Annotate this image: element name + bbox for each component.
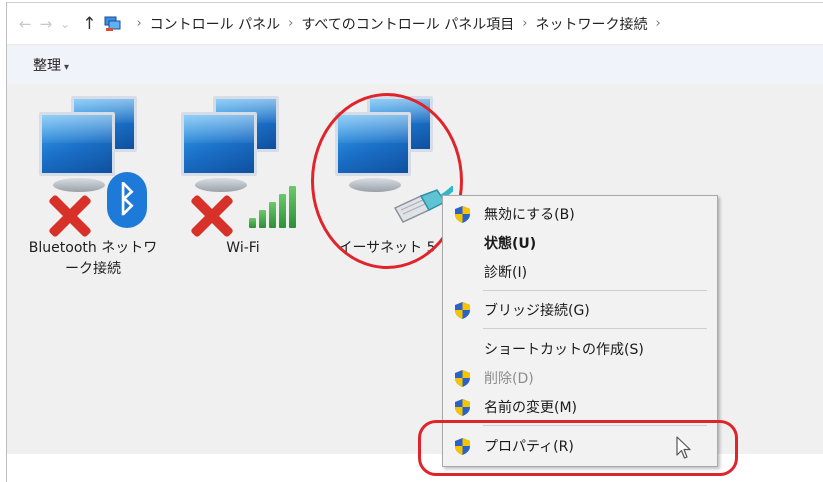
- breadcrumb-control-panel[interactable]: コントロール パネル: [150, 14, 280, 34]
- breadcrumb-all-control-panel-items[interactable]: すべてのコントロール パネル項目: [301, 14, 514, 34]
- menu-item-label: 名前の変更(M): [484, 400, 578, 416]
- uac-shield-icon: [455, 398, 470, 416]
- recent-locations-button[interactable]: ⌄: [60, 17, 70, 31]
- menu-item-disable[interactable]: 無効にする(B): [443, 200, 717, 228]
- disconnected-x-icon: [189, 194, 233, 238]
- network-item-label: Wi-Fi: [226, 240, 260, 256]
- uac-shield-icon: [455, 205, 470, 223]
- organize-label: 整理: [33, 58, 61, 74]
- bluetooth-icon: ᛒ: [107, 172, 147, 228]
- breadcrumb-separator[interactable]: ›: [655, 16, 660, 31]
- uac-shield-icon: [455, 369, 470, 387]
- menu-item-label: 状態(U): [484, 236, 537, 252]
- address-bar[interactable]: ← → ⌄ ↑ › コントロール パネル › すべてのコントロール パネル項目 …: [7, 3, 823, 44]
- mouse-cursor-icon: [676, 436, 691, 459]
- menu-separator: [483, 328, 707, 329]
- menu-item-bridge[interactable]: ブリッジ接続(G): [443, 296, 717, 324]
- signal-bars-icon: [249, 180, 309, 228]
- uac-shield-icon: [455, 301, 470, 319]
- disconnected-x-icon: [47, 194, 91, 238]
- breadcrumb-separator: ›: [522, 16, 528, 31]
- menu-item-label: 無効にする(B): [484, 207, 575, 223]
- forward-button[interactable]: →: [40, 15, 53, 33]
- breadcrumb-separator: ›: [136, 16, 142, 31]
- back-button[interactable]: ←: [19, 15, 32, 33]
- menu-separator: [483, 290, 707, 291]
- menu-item-label: ショートカットの作成(S): [484, 342, 644, 358]
- organize-button[interactable]: 整理 ▾: [33, 55, 69, 75]
- menu-item-status[interactable]: 状態(U): [443, 229, 717, 257]
- wifi-network-icon: [173, 94, 313, 234]
- control-panel-icon: [104, 16, 122, 32]
- menu-item-rename[interactable]: 名前の変更(M): [443, 393, 717, 421]
- up-button[interactable]: ↑: [82, 14, 96, 34]
- breadcrumb-separator: ›: [288, 16, 294, 31]
- annotation-circle: [311, 93, 463, 269]
- menu-item-create-shortcut[interactable]: ショートカットの作成(S): [443, 335, 717, 363]
- organize-caret: ▾: [64, 62, 70, 73]
- menu-item-delete: 削除(D): [443, 364, 717, 392]
- breadcrumb-network-connections[interactable]: ネットワーク接続: [535, 14, 647, 34]
- bluetooth-network-icon: ᛒ: [23, 94, 163, 234]
- menu-item-label: ブリッジ接続(G): [484, 303, 590, 319]
- menu-item-diagnose[interactable]: 診断(I): [443, 258, 717, 286]
- menu-item-label: 削除(D): [484, 371, 534, 387]
- network-item-label: Bluetooth ネットワ ーク接続: [28, 240, 158, 277]
- menu-item-label: 診断(I): [484, 265, 528, 281]
- command-bar: 整理 ▾: [7, 44, 823, 85]
